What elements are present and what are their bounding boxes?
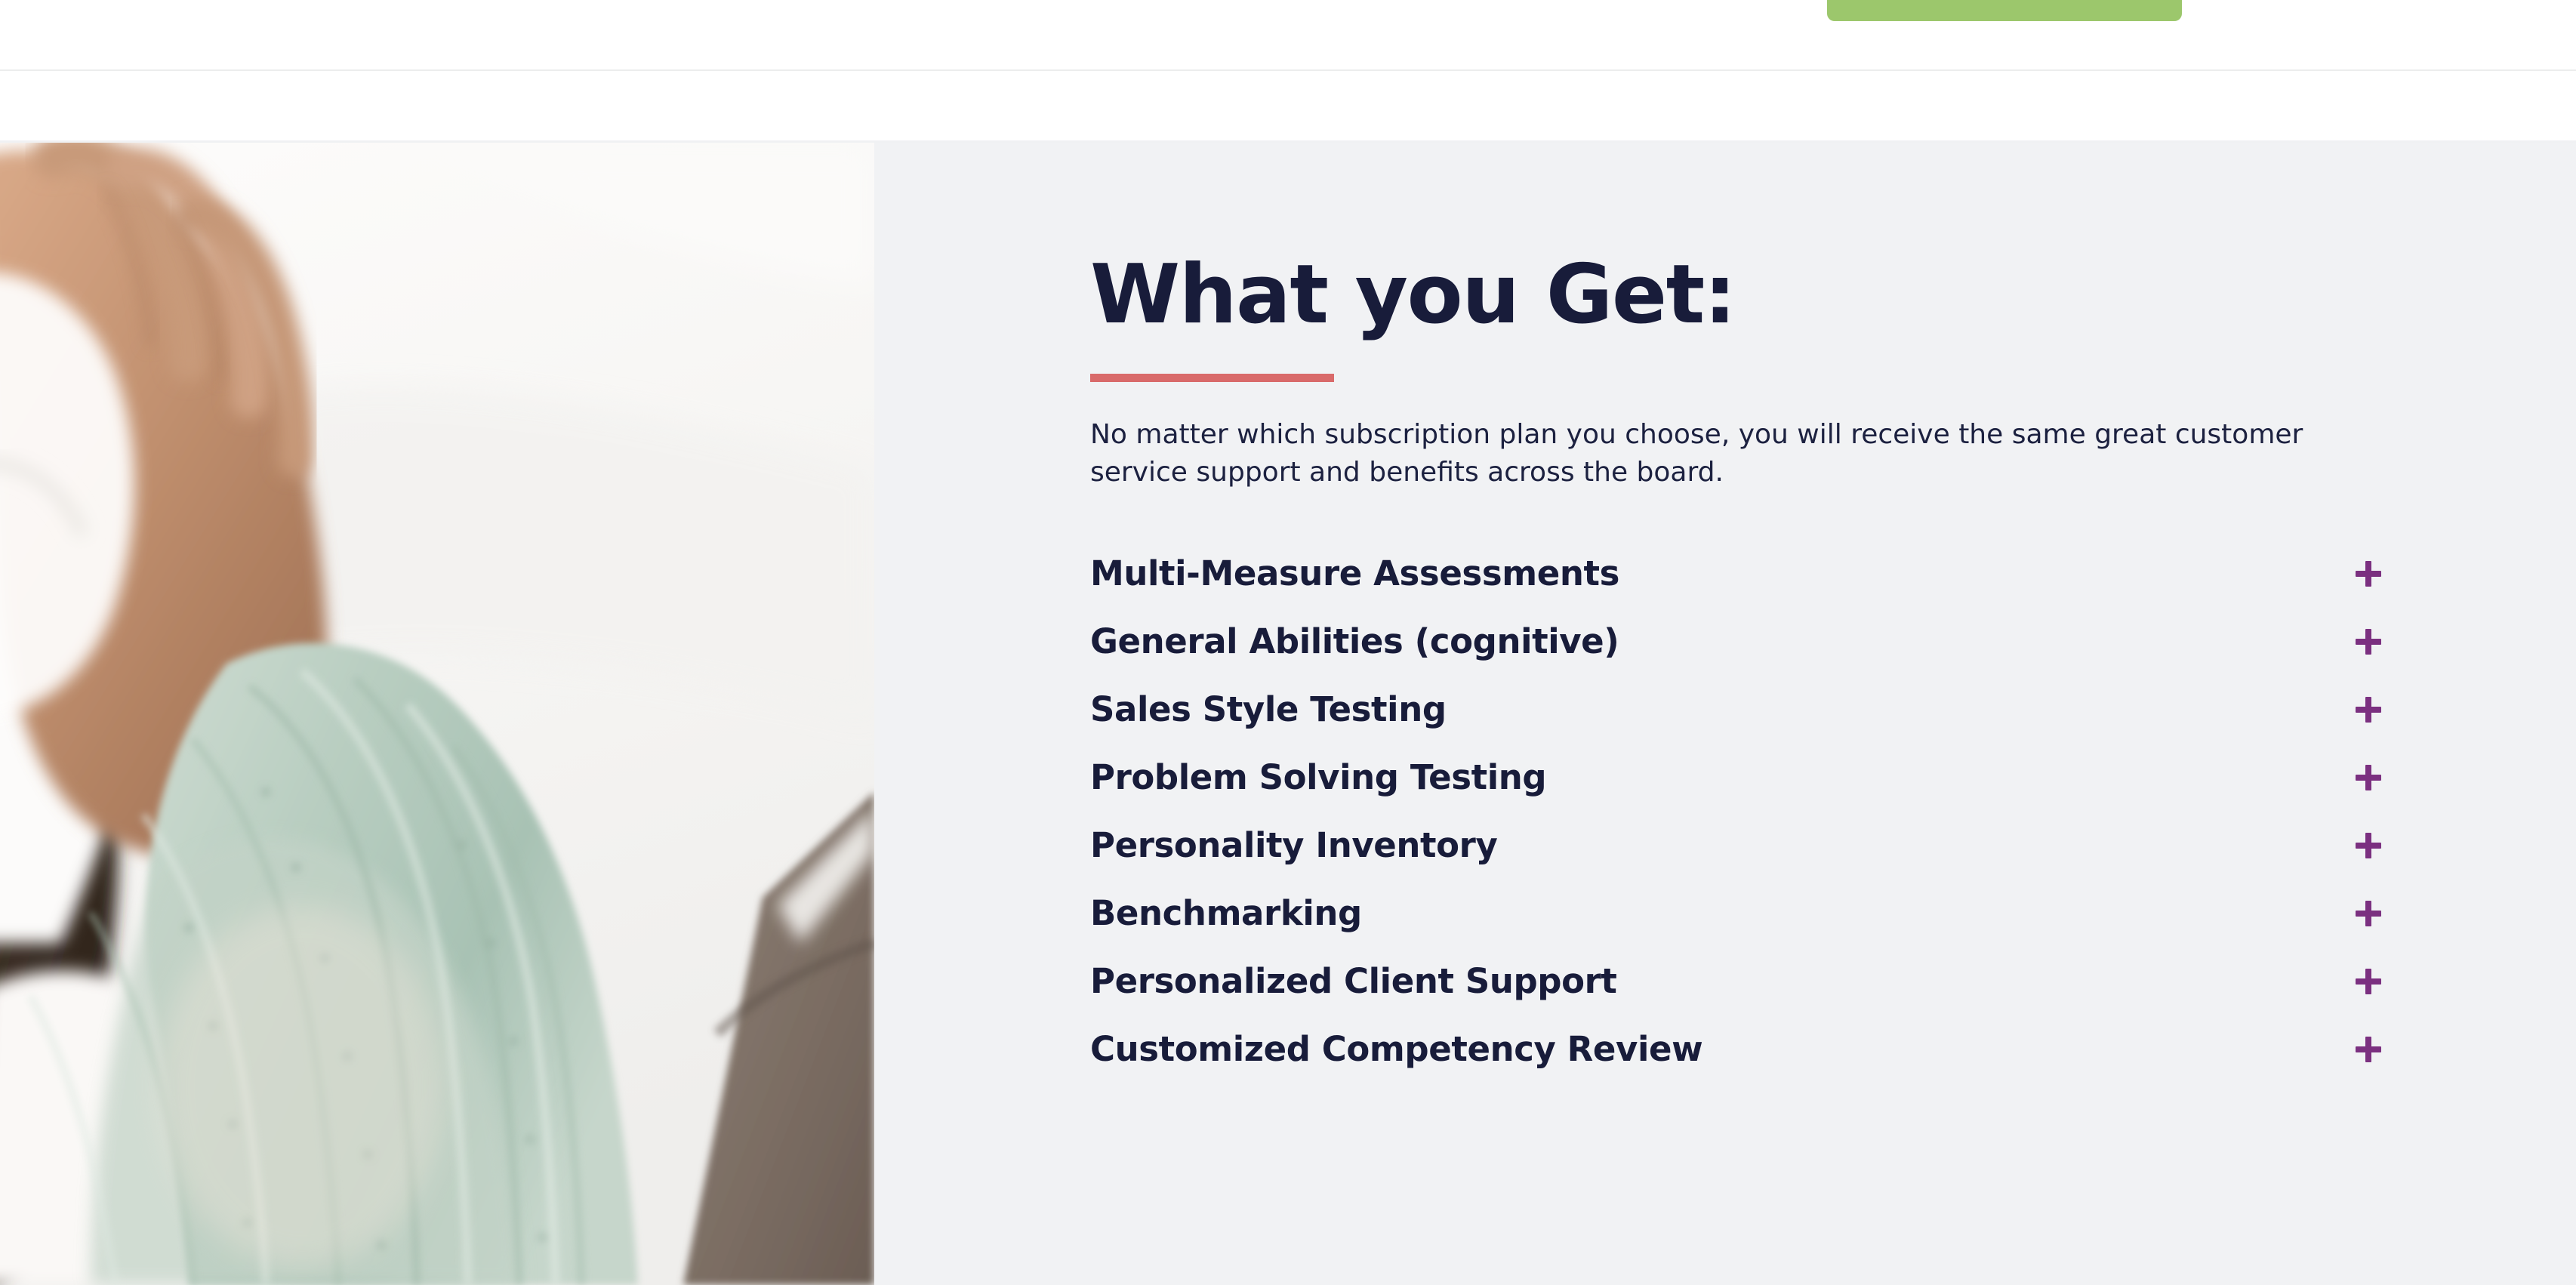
accordion-item-problem-solving-testing[interactable]: Problem Solving Testing [1090, 744, 2389, 812]
hero-photo [0, 143, 874, 1285]
cta-button[interactable] [1827, 0, 2182, 21]
page-root: What you Get: No matter which subscripti… [0, 0, 2576, 1285]
top-strip [0, 0, 2576, 143]
content-panel: What you Get: No matter which subscripti… [874, 143, 2576, 1285]
content-inner: What you Get: No matter which subscripti… [1090, 143, 2434, 1083]
title-accent-bar [1090, 374, 1334, 383]
accordion-item-personalized-client-support[interactable]: Personalized Client Support [1090, 948, 2389, 1015]
accordion-item-label: Personality Inventory [1090, 825, 1498, 866]
accordion-item-sales-style-testing[interactable]: Sales Style Testing [1090, 676, 2389, 744]
plus-icon[interactable] [2356, 560, 2381, 587]
section-description: No matter which subscription plan you ch… [1090, 419, 2303, 488]
plus-icon[interactable] [2356, 628, 2381, 655]
plus-icon[interactable] [2356, 696, 2381, 723]
accordion-item-label: Customized Competency Review [1090, 1029, 1703, 1070]
accordion-item-multi-measure-assessments[interactable]: Multi-Measure Assessments [1090, 540, 2389, 608]
what-you-get-section: What you Get: No matter which subscripti… [0, 143, 2576, 1285]
page-title: What you Get: [1090, 248, 1736, 342]
header-divider [0, 69, 2576, 71]
accordion-item-customized-competency-review[interactable]: Customized Competency Review [1090, 1015, 2389, 1083]
plus-icon[interactable] [2356, 1036, 2381, 1062]
accordion-item-benchmarking[interactable]: Benchmarking [1090, 880, 2389, 948]
accordion-item-label: General Abilities (cognitive) [1090, 621, 1619, 662]
plus-icon[interactable] [2356, 900, 2381, 926]
accordion-item-label: Personalized Client Support [1090, 961, 1617, 1002]
benefits-accordion: Multi-Measure Assessments General Abilit… [1090, 540, 2389, 1083]
accordion-item-label: Benchmarking [1090, 893, 1362, 934]
plus-icon[interactable] [2356, 764, 2381, 790]
accordion-item-label: Problem Solving Testing [1090, 757, 1547, 798]
accordion-item-label: Sales Style Testing [1090, 689, 1447, 730]
plus-icon[interactable] [2356, 832, 2381, 858]
plus-icon[interactable] [2356, 968, 2381, 994]
accordion-item-general-abilities[interactable]: General Abilities (cognitive) [1090, 608, 2389, 676]
accordion-item-label: Multi-Measure Assessments [1090, 553, 1619, 594]
accordion-item-personality-inventory[interactable]: Personality Inventory [1090, 812, 2389, 880]
